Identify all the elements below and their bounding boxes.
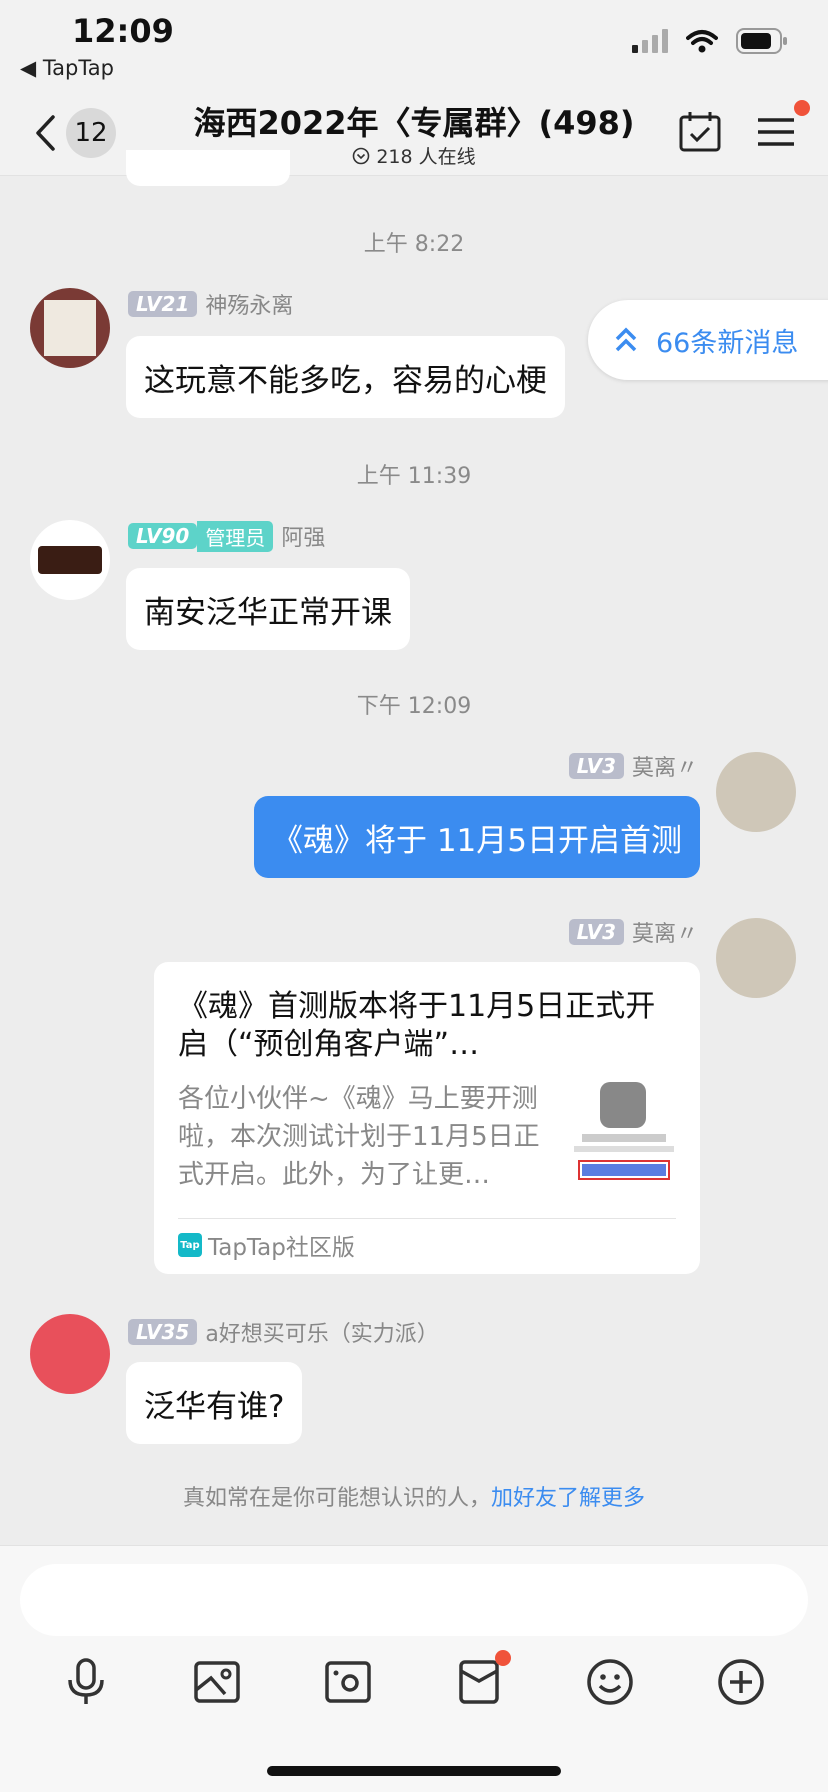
avatar-image (44, 300, 96, 356)
message-input[interactable] (20, 1564, 808, 1636)
notification-dot (794, 100, 810, 116)
partial-message-bubble (126, 150, 290, 186)
message-bubble[interactable]: 《魂》将于 11月5日开启首测 (253, 796, 700, 878)
level-badge: LV21 (128, 291, 198, 317)
avatar[interactable] (716, 752, 796, 832)
level-badge: LV3 (568, 919, 624, 945)
card-source: Tap TapTap社区版 (178, 1228, 355, 1262)
battery-icon (736, 28, 787, 54)
new-messages-label: 66条新消息 (656, 327, 799, 359)
sender-name[interactable]: 莫离〃 (632, 916, 698, 948)
message-bubble[interactable]: 这玩意不能多吃，容易的心梗 (126, 336, 565, 418)
voice-button[interactable] (56, 1652, 116, 1712)
wifi-icon (686, 30, 718, 53)
red-packet-button[interactable] (449, 1650, 511, 1712)
level-badge: LV90 (128, 523, 198, 549)
avatar[interactable] (30, 288, 110, 368)
message-bubble[interactable]: 南安泛华正常开课 (126, 568, 410, 650)
sender-info: LV90 管理员 阿强 (128, 520, 325, 552)
sender-info: LV35 a好想买可乐（实力派） (128, 1316, 439, 1348)
sender-name[interactable]: 莫离〃 (632, 750, 698, 782)
group-title: 海西2022年〈专属群〉(498) (193, 104, 635, 142)
home-indicator[interactable] (267, 1766, 561, 1776)
timestamp: 上午 11:39 (356, 464, 472, 489)
card-thumbnail (574, 1082, 674, 1192)
card-description: 各位小伙伴~《魂》马上要开测啦，本次测试计划于11月5日正式开启。此外，为了让更… (178, 1084, 540, 1190)
level-badge: LV35 (128, 1319, 198, 1345)
add-friend-link[interactable]: 加好友了解更多 (491, 1486, 645, 1511)
back-to-app-link[interactable]: ◀ TapTap (20, 56, 114, 80)
camera-button[interactable] (318, 1652, 378, 1712)
sender-name[interactable]: 阿强 (281, 520, 325, 552)
menu-button[interactable] (756, 100, 810, 154)
unread-count-badge: 12 (66, 108, 116, 158)
divider (178, 1218, 676, 1219)
status-icons (632, 28, 788, 54)
sender-name[interactable]: 神殇永离 (205, 288, 293, 320)
notification-dot (495, 1650, 511, 1666)
double-chevron-up-icon (615, 327, 637, 352)
redpacket-icon (459, 1660, 499, 1704)
image-icon (194, 1661, 240, 1703)
top-bar: 12:09 ◀ TapTap 12 海西2022年〈专属群〉(498) 218 … (0, 0, 828, 176)
link-card[interactable]: 《魂》首测版本将于11月5日正式开启（“预创角客户端”… 各位小伙伴~《魂》马上… (154, 962, 700, 1274)
suggestion-text: 真如常在是你可能想认识的人， (182, 1486, 491, 1511)
card-title: 《魂》首测版本将于11月5日正式开启（“预创角客户端”… (178, 989, 656, 1062)
timestamp: 下午 12:09 (356, 694, 472, 719)
composer (0, 1545, 828, 1792)
sender-info: LV3 莫离〃 (568, 750, 698, 782)
sender-name[interactable]: a好想买可乐（实力派） (205, 1316, 438, 1348)
signal-icon (632, 29, 668, 53)
more-button[interactable] (711, 1652, 771, 1712)
game-icon (600, 1082, 646, 1128)
avatar-image (38, 546, 102, 574)
admin-badge: 管理员 (197, 520, 274, 552)
avatar[interactable] (30, 520, 110, 600)
taptap-logo: Tap (178, 1233, 202, 1257)
image-button[interactable] (187, 1652, 247, 1712)
chevron-circle-icon (353, 147, 370, 164)
message-bubble[interactable]: 泛华有谁? (126, 1362, 303, 1444)
mic-icon (68, 1658, 104, 1704)
online-text: 218 人在线 (376, 146, 476, 168)
avatar[interactable] (30, 1314, 110, 1394)
emoji-icon (587, 1659, 633, 1705)
avatar[interactable] (716, 918, 796, 998)
plus-icon (718, 1659, 764, 1705)
status-time: 12:09 (72, 12, 174, 50)
sender-info: LV3 莫离〃 (568, 916, 698, 948)
timestamp: 上午 8:22 (363, 232, 465, 257)
back-button[interactable]: 12 (34, 108, 116, 158)
sender-info: LV21 神殇永离 (128, 288, 293, 320)
calendar-check-icon[interactable] (678, 110, 722, 154)
menu-icon (758, 118, 794, 146)
chevron-left-icon (36, 115, 55, 151)
camera-icon (325, 1661, 371, 1703)
level-badge: LV3 (568, 753, 624, 779)
card-source-label: TapTap社区版 (208, 1235, 355, 1261)
emoji-button[interactable] (580, 1652, 640, 1712)
new-messages-button[interactable]: 66条新消息 (588, 300, 828, 380)
friend-suggestion: 真如常在是你可能想认识的人，加好友了解更多 (0, 1480, 828, 1512)
